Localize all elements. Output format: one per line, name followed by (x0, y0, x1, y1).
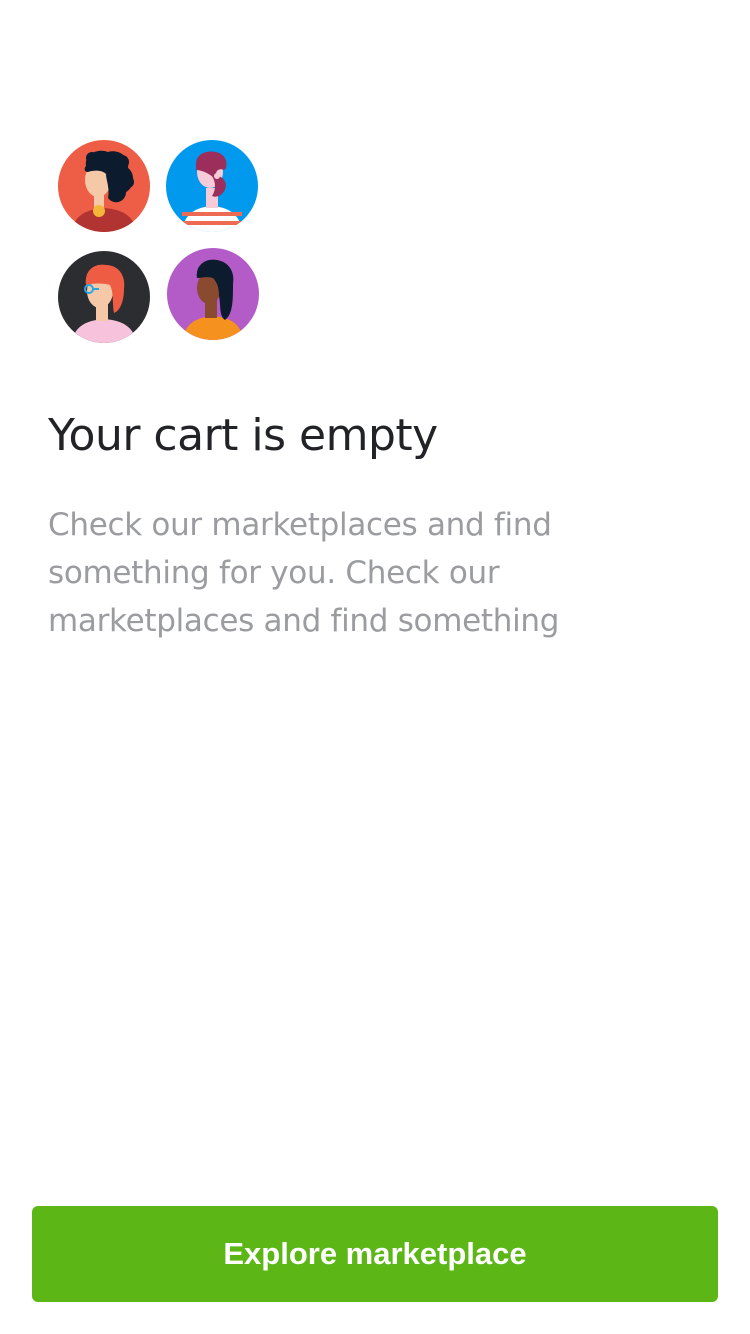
person-bearded-avatar-icon (166, 140, 258, 232)
person-long-hair-avatar-icon (167, 248, 259, 340)
empty-cart-title: Your cart is empty (48, 410, 438, 461)
empty-cart-description: Check our marketplaces and find somethin… (48, 507, 560, 639)
explore-marketplace-button[interactable]: Explore marketplace (32, 1206, 718, 1302)
person-curly-hair-avatar-icon (58, 140, 150, 232)
person-glasses-avatar-icon (58, 251, 150, 343)
